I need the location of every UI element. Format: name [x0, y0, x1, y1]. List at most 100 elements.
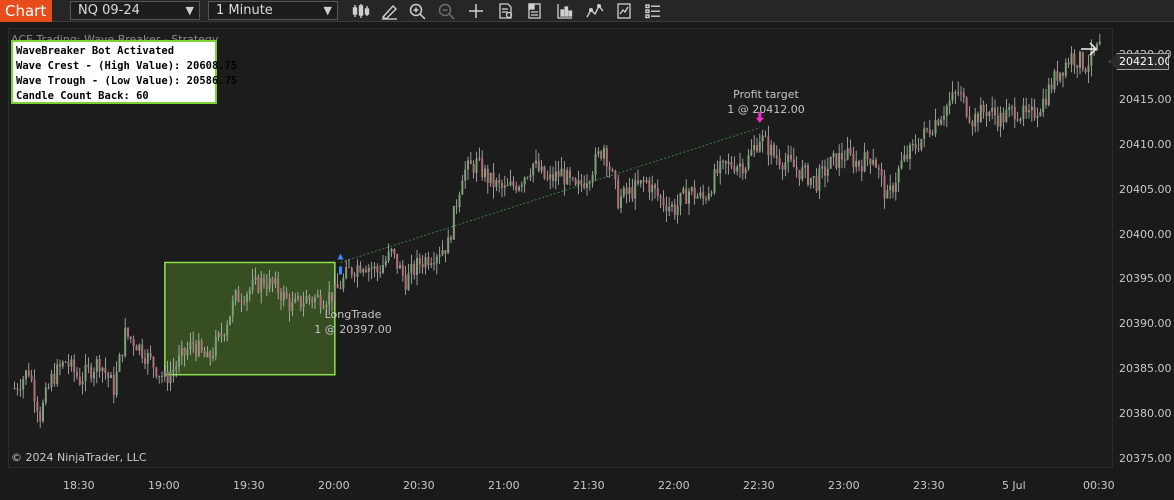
- candle-up: [846, 148, 849, 160]
- candle-up: [175, 366, 178, 370]
- time-tick-label: 23:00: [827, 479, 860, 492]
- candle-up: [475, 158, 478, 173]
- interval-selector[interactable]: 1 Minute ▼: [208, 1, 338, 20]
- candle-up: [999, 112, 1002, 127]
- candle-down: [960, 92, 962, 94]
- candle-up: [19, 389, 22, 391]
- price-tick-label: 20395.00: [1119, 272, 1172, 286]
- candle-up: [44, 387, 47, 403]
- candle-down: [1073, 53, 1076, 66]
- candle-up: [384, 260, 387, 266]
- candle-down: [308, 296, 311, 300]
- candle-up: [1011, 106, 1013, 108]
- scroll-to-latest-arrow-icon[interactable]: [1079, 40, 1099, 58]
- entry-trade-label: LongTrade 1 @ 20397.00: [314, 307, 391, 337]
- candle-down: [331, 292, 333, 302]
- time-tick-label: 18:30: [62, 479, 95, 492]
- candle-up: [478, 158, 481, 160]
- candle-up: [231, 300, 234, 317]
- candle-down: [875, 159, 877, 168]
- candle-up: [736, 166, 739, 172]
- chart-tab[interactable]: Chart: [0, 0, 52, 22]
- candle-up: [634, 180, 637, 199]
- candle-down: [614, 170, 617, 180]
- candle-up: [747, 155, 750, 169]
- drawing-tool-icon[interactable]: [379, 2, 399, 20]
- candle-down: [730, 161, 733, 167]
- candle-down: [16, 388, 19, 390]
- candle-down: [654, 184, 656, 189]
- wave-range-box: [164, 261, 336, 376]
- candle-up: [362, 269, 365, 273]
- candle-down: [600, 151, 603, 159]
- indicators-icon[interactable]: [585, 2, 605, 20]
- time-axis[interactable]: 18:30 19:00 19:30 20:00 20:30 21:00 21:30 22:00…: [0, 468, 1174, 500]
- candle-up: [42, 402, 44, 422]
- exit-trade-detail: 1 @ 20412.00: [727, 103, 805, 116]
- crosshair-icon[interactable]: [466, 2, 486, 20]
- candle-up: [495, 180, 498, 188]
- chevron-down-icon: ▼: [185, 4, 194, 17]
- chart-style-icon[interactable]: [555, 2, 575, 20]
- candle-up: [586, 183, 588, 188]
- candle-up: [489, 172, 492, 184]
- candle-up: [549, 174, 552, 179]
- candle-down: [764, 135, 767, 137]
- exit-trade-name: Profit target: [733, 88, 799, 101]
- properties-icon[interactable]: [525, 2, 545, 20]
- zoom-out-icon[interactable]: [437, 2, 457, 20]
- candle-down: [404, 275, 407, 290]
- entry-tick: [337, 253, 344, 260]
- candle-down: [648, 180, 651, 193]
- candle-down: [965, 97, 968, 117]
- candle-up: [566, 170, 569, 185]
- bar-type-icon[interactable]: [351, 2, 371, 20]
- candle-up: [532, 163, 535, 176]
- candle-down: [365, 269, 367, 272]
- candle-down: [625, 187, 628, 195]
- candle-up: [560, 168, 563, 177]
- candle-down: [860, 166, 863, 172]
- candle-down: [64, 361, 67, 363]
- data-box-icon[interactable]: [496, 2, 516, 20]
- candle-up: [750, 150, 753, 156]
- candle-up: [452, 205, 455, 240]
- candle-down: [733, 166, 736, 172]
- candle-down: [144, 358, 146, 364]
- candle-down: [413, 264, 416, 276]
- instrument-selector[interactable]: NQ 09-24 ▼: [70, 1, 200, 20]
- strategies-icon[interactable]: [614, 2, 634, 20]
- candle-down: [353, 274, 356, 277]
- candle-down: [350, 267, 353, 275]
- candle-up: [101, 367, 104, 371]
- candle-up: [333, 284, 336, 302]
- candle-up: [268, 278, 271, 289]
- candle-down: [778, 157, 781, 166]
- time-tick-label: 22:30: [742, 479, 775, 492]
- candle-down: [257, 277, 260, 293]
- candle-up: [526, 177, 529, 179]
- price-axis[interactable]: 20420.0020415.0020410.0020405.0020400.00…: [1113, 28, 1174, 468]
- candle-down: [685, 188, 688, 204]
- candle-down: [1084, 69, 1087, 72]
- chevron-down-icon: ▼: [323, 4, 332, 17]
- zoom-in-icon[interactable]: [408, 2, 428, 20]
- candle-up: [441, 250, 444, 256]
- candle-down: [370, 267, 373, 269]
- candle-down: [152, 356, 155, 368]
- candle-up: [56, 364, 59, 384]
- candle-up: [1008, 107, 1011, 110]
- candle-up: [356, 265, 359, 277]
- candle-down: [716, 168, 719, 174]
- templates-icon[interactable]: [643, 2, 663, 20]
- candle-up: [554, 171, 557, 181]
- candle-up: [390, 248, 393, 252]
- candle-up: [690, 187, 693, 192]
- candle-up: [251, 279, 254, 290]
- candle-down: [926, 128, 928, 130]
- candle-up: [1098, 41, 1101, 45]
- candle-up: [957, 92, 960, 94]
- candle-down: [418, 258, 421, 265]
- entry-marker: [339, 266, 342, 275]
- candle-down: [98, 359, 101, 371]
